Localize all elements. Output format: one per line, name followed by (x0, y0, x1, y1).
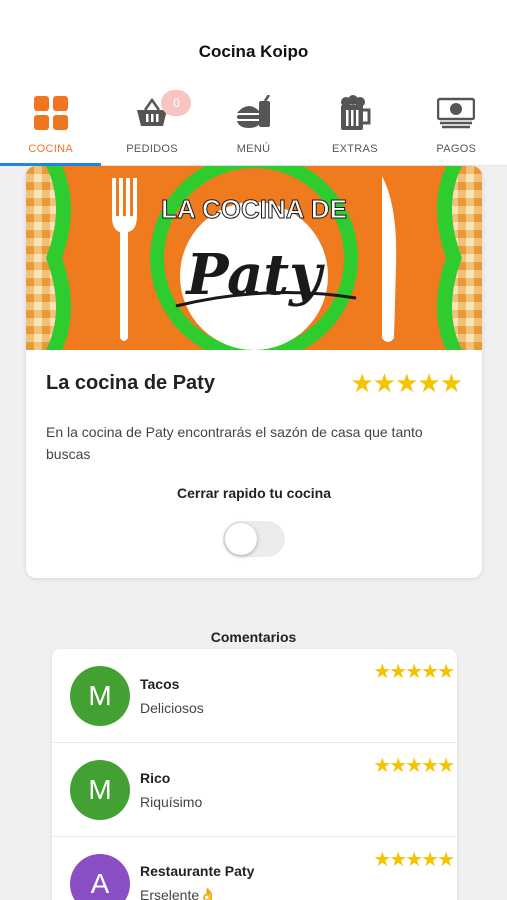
grid-icon (32, 94, 70, 132)
comment-rating-stars: ★★★★★ (373, 849, 455, 871)
avatar: M (70, 665, 130, 726)
app-title: Cocina Koipo (198, 42, 309, 61)
toggle-knob (225, 523, 257, 555)
comment-rating-stars: ★★★★★ (373, 755, 455, 777)
tab-label: EXTRAS (332, 143, 378, 155)
beer-mug-icon (336, 94, 374, 132)
tab-label: PEDIDOS (126, 143, 178, 155)
comment-rating-stars: ★★★★★ (373, 661, 455, 683)
money-icon (437, 94, 476, 132)
comments-section-title: Comentarios (210, 629, 297, 645)
tab-label: MENÚ (236, 143, 271, 155)
restaurant-banner-image: LA COCINA DE Paty (26, 166, 482, 350)
tab-bar: COCINA 0 PEDIDOS MENÚ EXTRAS PAGOS (0, 80, 507, 166)
comment-body: Erselente👌 (140, 887, 217, 900)
tab-label: COCINA (28, 143, 73, 155)
comments-list: M Tacos Deliciosos ★★★★★ M Rico Riquísim… (52, 649, 457, 900)
restaurant-description: En la cocina de Paty encontrarás el sazó… (46, 424, 423, 462)
comment-body: Deliciosos (140, 699, 204, 716)
orders-count-badge: 0 (161, 90, 192, 116)
comment-title: Restaurante Paty (140, 863, 255, 879)
avatar: M (70, 759, 130, 820)
comment-item: M Tacos Deliciosos ★★★★★ (52, 649, 457, 743)
burger-drink-icon (235, 94, 273, 132)
banner-script-text: Paty (184, 242, 325, 308)
restaurant-rating-stars: ★★★★★ (350, 368, 463, 398)
comment-title: Tacos (140, 675, 180, 692)
avatar: A (70, 853, 130, 900)
comment-item: M Rico Riquísimo ★★★★★ (52, 743, 457, 837)
tab-pagos[interactable]: PAGOS (406, 80, 507, 165)
app-header: Cocina Koipo (0, 0, 507, 80)
comment-item: A Restaurante Paty Erselente👌 ★★★★★ (52, 837, 457, 900)
tab-pedidos[interactable]: 0 PEDIDOS (101, 80, 202, 165)
banner-top-text: LA COCINA DE (161, 194, 347, 224)
tab-label: PAGOS (436, 143, 477, 155)
comment-title: Rico (140, 769, 171, 786)
tab-cocina[interactable]: COCINA (0, 80, 101, 166)
close-kitchen-toggle[interactable] (223, 521, 285, 557)
comment-body: Riquísimo (140, 793, 203, 810)
tab-extras[interactable]: EXTRAS (304, 80, 405, 165)
tab-menu[interactable]: MENÚ (203, 80, 304, 165)
close-kitchen-label: Cerrar rapido tu cocina (176, 485, 332, 501)
restaurant-name: La cocina de Paty (46, 372, 215, 394)
restaurant-card: LA COCINA DE Paty La cocina de Paty ★★★★… (26, 166, 482, 578)
